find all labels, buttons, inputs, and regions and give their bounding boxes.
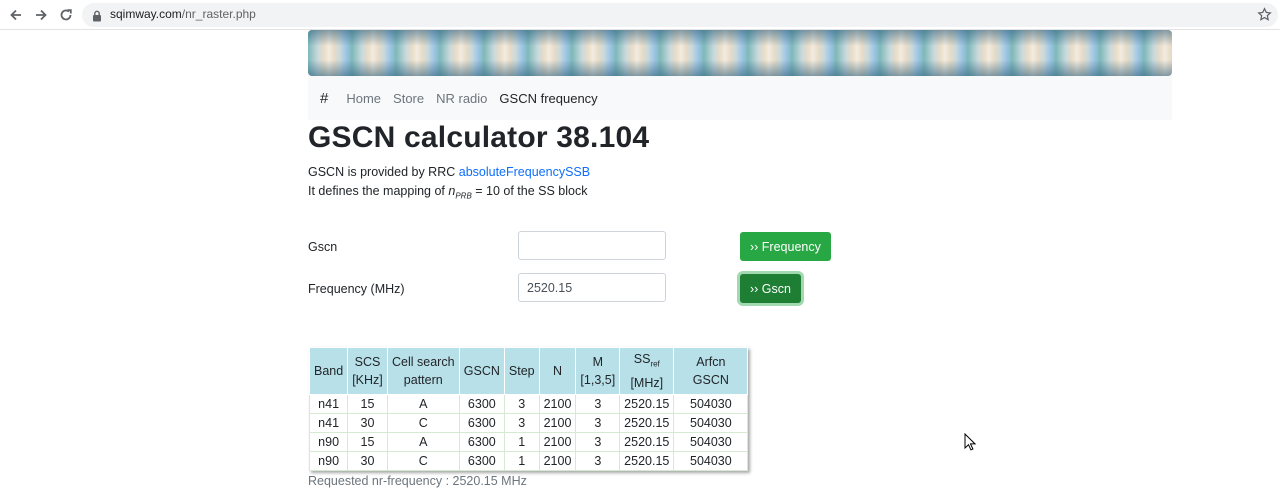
table-cell: 3 — [575, 412, 621, 433]
table-cell: 6300 — [458, 450, 505, 471]
col-gscn: GSCN — [458, 347, 505, 395]
table-row: n90 15 A 6300 1 2100 3 2520.15 504030 — [308, 431, 749, 452]
nav-link-nr-radio[interactable]: NR radio — [436, 91, 487, 106]
table-cell: 3 — [575, 431, 621, 452]
lock-icon — [92, 9, 102, 27]
table-row: n41 15 A 6300 3 2100 3 2520.15 504030 — [308, 393, 749, 414]
to-frequency-button[interactable]: ›› Frequency — [740, 232, 831, 261]
table-cell: 3 — [503, 393, 540, 414]
table-cell: 6300 — [458, 431, 505, 452]
gscn-input[interactable] — [518, 231, 666, 260]
table-cell: 6300 — [458, 412, 505, 433]
table-cell: 2520.15 — [619, 412, 675, 433]
nav-link-home[interactable]: Home — [346, 91, 381, 106]
table-cell: 2520.15 — [619, 431, 675, 452]
bookmark-star-icon[interactable] — [1257, 7, 1272, 27]
intro-line-1: GSCN is provided by RRC absoluteFrequenc… — [308, 165, 591, 179]
table-cell: 2100 — [538, 431, 577, 452]
table-cell: C — [386, 450, 460, 471]
table-row: n41 30 C 6300 3 2100 3 2520.15 504030 — [308, 412, 749, 433]
to-gscn-button[interactable]: ›› Gscn — [740, 274, 801, 303]
table-cell: 1 — [503, 450, 540, 471]
absolute-frequency-ssb-link[interactable]: absoluteFrequencySSB — [459, 165, 590, 179]
col-ssref: SSref [MHz] — [619, 347, 675, 395]
header-banner-image — [308, 30, 1172, 76]
col-step: Step — [503, 347, 540, 395]
frequency-label: Frequency (MHz) — [308, 282, 405, 296]
gscn-result-table: Band SCS [KHz] Cell search pattern GSCN St… — [308, 347, 749, 471]
table-cell: 2100 — [538, 450, 577, 471]
gscn-label: Gscn — [308, 240, 338, 254]
col-n: N — [538, 347, 577, 395]
table-cell: 2520.15 — [619, 450, 675, 471]
reload-icon[interactable] — [56, 5, 76, 25]
table-cell: 30 — [347, 412, 388, 433]
col-scs: SCS [KHz] — [347, 347, 388, 395]
requested-frequency-text: Requested nr-frequency : 2520.15 MHz — [308, 474, 527, 488]
table-cell: 15 — [347, 393, 388, 414]
table-cell: A — [386, 431, 460, 452]
nav-link-gscn-frequency[interactable]: GSCN frequency — [499, 91, 597, 106]
table-cell: 504030 — [673, 412, 749, 433]
table-cell: n41 — [308, 412, 349, 433]
table-cell: 15 — [347, 431, 388, 452]
browser-toolbar: sqimway.com/nr_raster.php — [0, 0, 1280, 30]
mouse-cursor-icon — [964, 432, 977, 456]
site-navbar: # Home Store NR radio GSCN frequency — [308, 76, 1172, 120]
address-bar[interactable]: sqimway.com/nr_raster.php — [82, 3, 1278, 27]
table-cell: 2520.15 — [619, 393, 675, 414]
intro-line-2: It defines the mapping of nPRB = 10 of t… — [308, 184, 588, 201]
table-cell: 30 — [347, 450, 388, 471]
table-cell: 3 — [575, 450, 621, 471]
table-cell: 504030 — [673, 450, 749, 471]
table-header-row: Band SCS [KHz] Cell search pattern GSCN St… — [308, 347, 749, 395]
nav-link-store[interactable]: Store — [393, 91, 424, 106]
table-cell: n41 — [308, 393, 349, 414]
navbar-brand[interactable]: # — [320, 90, 328, 107]
table-cell: 3 — [575, 393, 621, 414]
col-m: M [1,3,5] — [575, 347, 621, 395]
url-text: sqimway.com/nr_raster.php — [110, 7, 256, 21]
table-cell: 3 — [503, 412, 540, 433]
table-cell: 1 — [503, 431, 540, 452]
table-cell: 504030 — [673, 431, 749, 452]
table-cell: n90 — [308, 450, 349, 471]
page-title: GSCN calculator 38.104 — [308, 121, 650, 154]
back-arrow-icon[interactable] — [6, 5, 26, 25]
table-row: n90 30 C 6300 1 2100 3 2520.15 504030 — [308, 450, 749, 471]
col-band: Band — [308, 347, 349, 395]
table-cell: 504030 — [673, 393, 749, 414]
col-arfcn-gscn: Arfcn GSCN — [673, 347, 749, 395]
table-cell: n90 — [308, 431, 349, 452]
table-cell: 2100 — [538, 412, 577, 433]
table-cell: C — [386, 412, 460, 433]
table-cell: A — [386, 393, 460, 414]
forward-arrow-icon[interactable] — [31, 5, 51, 25]
frequency-input[interactable] — [518, 273, 666, 302]
table-cell: 6300 — [458, 393, 505, 414]
col-cell-search-pattern: Cell search pattern — [386, 347, 460, 395]
table-cell: 2100 — [538, 393, 577, 414]
